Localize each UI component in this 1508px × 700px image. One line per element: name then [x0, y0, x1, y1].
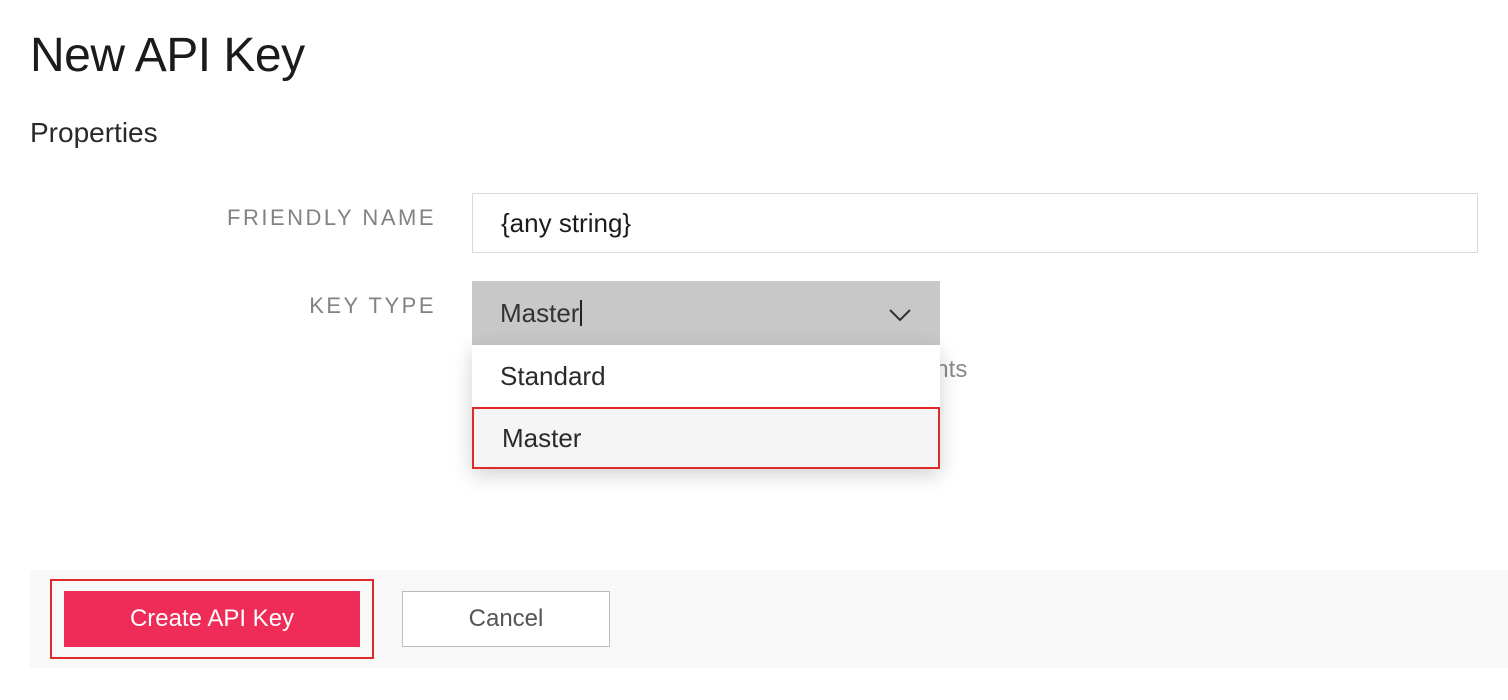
friendly-name-label: FRIENDLY NAME: [227, 205, 436, 230]
text-caret: [580, 300, 582, 326]
key-type-dropdown: Standard Master: [472, 345, 940, 469]
key-type-select[interactable]: Master: [472, 281, 940, 345]
cancel-button[interactable]: Cancel: [402, 591, 610, 647]
section-title: Properties: [30, 117, 1478, 149]
form-row-friendly-name: FRIENDLY NAME: [30, 193, 1478, 253]
page-title: New API Key: [30, 28, 1478, 83]
chevron-down-icon: [888, 298, 912, 329]
form-row-key-type: KEY TYPE Master Standard Master eys, Acc…: [30, 281, 1478, 345]
key-type-option-standard[interactable]: Standard: [472, 345, 940, 407]
create-api-key-button[interactable]: Create API Key: [64, 591, 360, 647]
button-bar: Create API Key Cancel: [30, 570, 1508, 668]
key-type-label: KEY TYPE: [309, 293, 436, 318]
create-button-highlight: Create API Key: [50, 579, 374, 659]
key-type-selected-value: Master: [500, 298, 579, 328]
key-type-option-master[interactable]: Master: [472, 407, 940, 469]
friendly-name-input[interactable]: [472, 193, 1478, 253]
